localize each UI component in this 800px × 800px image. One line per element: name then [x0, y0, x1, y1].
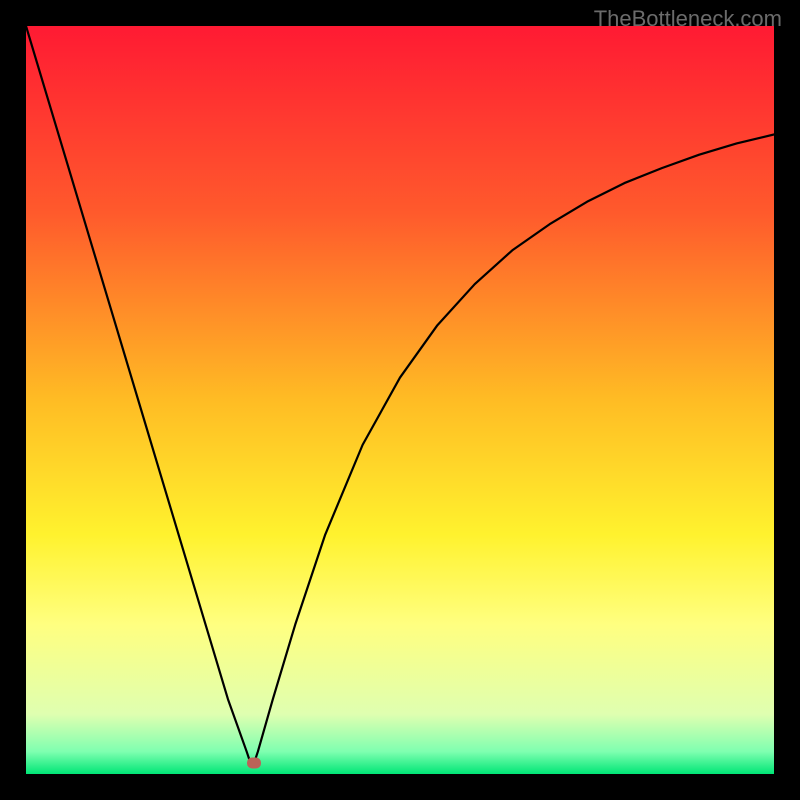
- watermark-text: TheBottleneck.com: [594, 6, 782, 32]
- chart-frame: [26, 26, 774, 774]
- chart-curve: [26, 26, 774, 774]
- chart-marker: [247, 757, 261, 768]
